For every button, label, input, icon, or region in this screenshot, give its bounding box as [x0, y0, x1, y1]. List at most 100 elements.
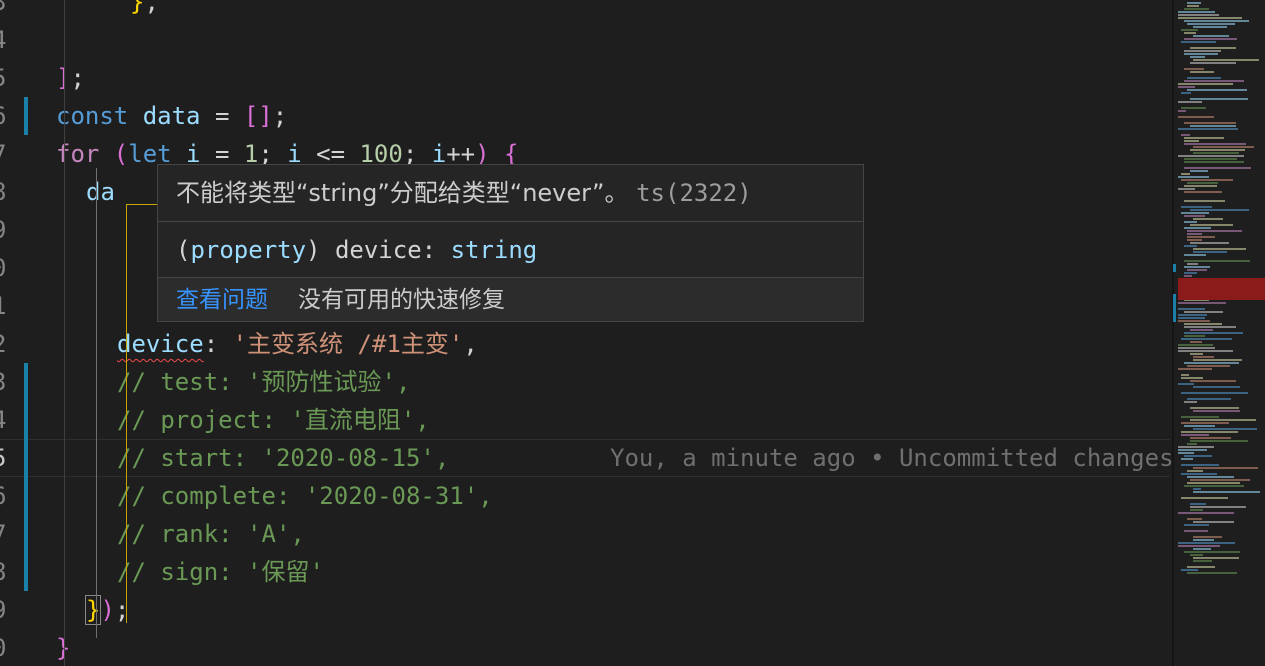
minimap-line — [1193, 428, 1257, 430]
line-number[interactable]: 3 — [0, 0, 12, 21]
git-modified-marker[interactable] — [24, 477, 28, 515]
line-number[interactable]: 4 — [0, 21, 12, 59]
minimap-line — [1178, 110, 1186, 112]
minimap-line — [1181, 212, 1209, 214]
minimap-line — [1184, 68, 1204, 70]
hover-error-message: 不能将类型“string”分配给类型“never”。 ts(2322) — [158, 165, 863, 221]
line-number[interactable]: 4 — [0, 401, 12, 439]
view-problem-link[interactable]: 查看问题 — [176, 287, 268, 313]
minimap-line — [1184, 215, 1205, 217]
minimap-line — [1193, 59, 1259, 61]
minimap-line — [1181, 92, 1191, 94]
line-number[interactable]: 8 — [0, 173, 12, 211]
code-line[interactable]: 5]; — [0, 59, 1170, 97]
minimap-line — [1190, 224, 1233, 226]
code-line[interactable]: 5 // start: '2020-08-15', You, a minute ag… — [0, 439, 1174, 477]
line-number[interactable]: 0 — [0, 249, 12, 287]
code-line[interactable]: 6 // complete: '2020-08-31', — [0, 477, 1170, 515]
sig-name: device — [334, 236, 422, 264]
minimap-line — [1190, 71, 1214, 73]
minimap-line — [1187, 398, 1231, 400]
git-modified-marker[interactable] — [24, 515, 28, 553]
code-token: da — [86, 178, 115, 206]
line-number[interactable]: 7 — [0, 135, 12, 173]
code-line[interactable]: 7// rank: 'A', — [0, 515, 1170, 553]
line-number[interactable]: 9 — [0, 591, 12, 629]
code-line[interactable]: 8// sign: '保留' — [0, 553, 1170, 591]
line-content: // complete: '2020-08-31', — [117, 477, 493, 515]
minimap-line — [1187, 230, 1242, 232]
minimap-line — [1193, 152, 1239, 154]
code-token: data — [142, 102, 201, 130]
minimap-line — [1190, 479, 1250, 481]
minimap-line — [1178, 347, 1215, 349]
git-modified-marker[interactable] — [24, 401, 28, 439]
line-content: ]; — [56, 59, 85, 97]
minimap-line — [1181, 41, 1216, 43]
code-line[interactable]: 4 // project: '直流电阻', — [0, 401, 1170, 439]
line-number[interactable]: 6 — [0, 477, 12, 515]
line-number[interactable]: 8 — [0, 553, 12, 591]
line-number[interactable]: 6 — [0, 97, 12, 135]
minimap-line — [1181, 134, 1190, 136]
hover-signature: (property) device: string — [158, 221, 863, 277]
minimap-line — [1184, 485, 1244, 487]
git-modified-marker[interactable] — [24, 439, 28, 477]
minimap-line — [1184, 32, 1196, 34]
code-line[interactable]: 6 const data = []; — [0, 97, 1170, 135]
minimap-line — [1178, 155, 1244, 157]
minimap-line — [1187, 182, 1218, 184]
code-editor[interactable]: 3},45];6const data = [];7for (let i = 1;… — [0, 0, 1265, 666]
minimap-line — [1184, 323, 1222, 325]
minimap-line — [1190, 242, 1229, 244]
code-token: ; — [272, 102, 288, 130]
minimap-line — [1193, 521, 1234, 523]
minimap-line — [1181, 173, 1190, 175]
code-token: } — [84, 595, 102, 625]
minimap-line — [1190, 341, 1202, 343]
minimap-line — [1178, 545, 1220, 547]
code-line[interactable]: 9}); — [0, 591, 1170, 629]
git-modified-marker[interactable] — [24, 97, 28, 135]
line-number[interactable]: 5 — [0, 439, 12, 477]
git-modified-marker[interactable] — [24, 553, 28, 591]
line-number[interactable]: 5 — [0, 59, 12, 97]
code-token: ( — [113, 140, 129, 168]
code-token: = — [200, 102, 244, 130]
line-content: da — [86, 173, 115, 211]
line-number[interactable]: 0 — [0, 629, 12, 666]
minimap-line — [1190, 503, 1206, 505]
minimap-line — [1184, 335, 1205, 337]
minimap-line — [1184, 362, 1239, 364]
code-token: ) — [100, 596, 115, 624]
minimap-line — [1187, 566, 1215, 568]
minimap-line — [1178, 116, 1214, 118]
line-number[interactable]: 7 — [0, 515, 12, 553]
line-number[interactable]: 3 — [0, 363, 12, 401]
code-line[interactable]: 3 // test: '预防性试验', — [0, 363, 1170, 401]
git-modified-marker[interactable] — [24, 363, 28, 401]
minimap-line — [1178, 314, 1207, 316]
minimap-line — [1181, 434, 1209, 436]
minimap-line — [1193, 488, 1201, 490]
line-number[interactable]: 1 — [0, 287, 12, 325]
line-number[interactable]: 9 — [0, 211, 12, 249]
minimap-line — [1184, 326, 1236, 328]
line-content: // project: '直流电阻', — [117, 401, 430, 439]
minimap-line — [1187, 269, 1207, 271]
code-line[interactable]: 2 device: '主变系统 /#1主变', — [0, 325, 1170, 363]
minimap-line — [1193, 410, 1240, 412]
indent-guide — [64, 0, 65, 666]
code-token: ; — [70, 64, 85, 92]
minimap-line — [1184, 200, 1225, 202]
code-line[interactable]: 4 — [0, 21, 1170, 59]
code-line[interactable]: 0} — [0, 629, 1170, 666]
minimap[interactable] — [1172, 0, 1265, 666]
minimap-line — [1181, 416, 1219, 418]
minimap-line — [1187, 470, 1203, 472]
minimap-line — [1178, 11, 1215, 13]
line-number[interactable]: 2 — [0, 325, 12, 363]
code-token: // start: '2020-08-15', — [117, 444, 450, 472]
minimap-line — [1187, 2, 1201, 4]
code-line[interactable]: 3}, — [0, 0, 1170, 21]
